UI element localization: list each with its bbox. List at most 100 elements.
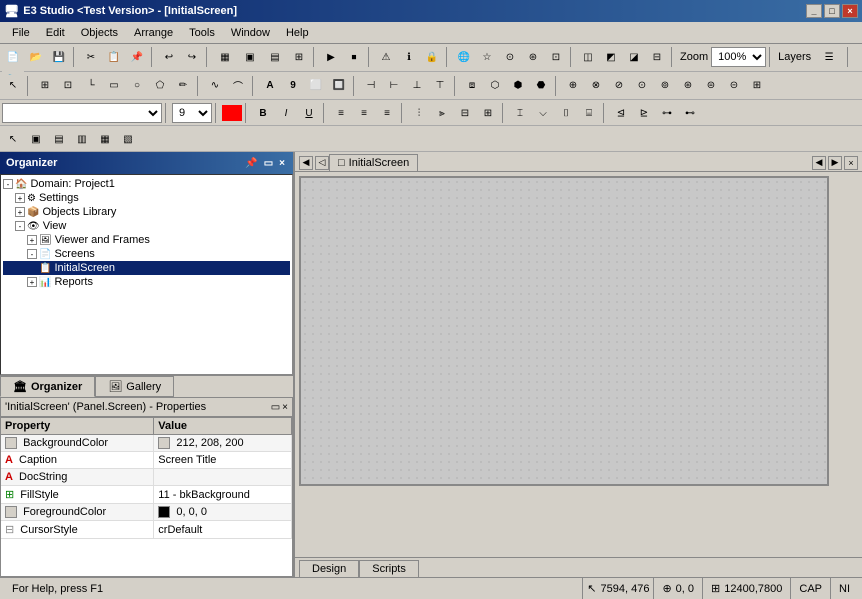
- close-button[interactable]: ×: [842, 4, 858, 18]
- tb-icon2[interactable]: ▣: [238, 46, 262, 68]
- copy-button[interactable]: 📋: [103, 46, 125, 68]
- tool-align3[interactable]: ⊥: [406, 75, 428, 97]
- tb-obj6[interactable]: ◫: [577, 46, 599, 68]
- color-picker[interactable]: [222, 105, 242, 121]
- tb-icon1[interactable]: ▦: [213, 46, 237, 68]
- organizer-tree[interactable]: - 🏠 Domain: Project1 + ⚙ Settings + 📦 Ob…: [0, 174, 293, 375]
- tool-poly[interactable]: ⬠: [149, 75, 171, 97]
- tool-r3[interactable]: ⊘: [608, 75, 630, 97]
- extra-2[interactable]: ▣: [25, 128, 47, 150]
- format-2[interactable]: ⫸: [431, 102, 453, 124]
- tool-curve2[interactable]: ⌒: [227, 75, 249, 97]
- tree-item-screens[interactable]: - 📄 Screens: [3, 247, 290, 261]
- tool-3[interactable]: └: [80, 75, 102, 97]
- format-7[interactable]: ⌷: [555, 102, 577, 124]
- tool-r8[interactable]: ⊝: [723, 75, 745, 97]
- tb-warn[interactable]: ⚠: [375, 46, 397, 68]
- format-9[interactable]: ⊴: [610, 102, 632, 124]
- tool-curve[interactable]: ∿: [204, 75, 226, 97]
- prop-val-fgcolor[interactable]: 0, 0, 0: [154, 504, 292, 521]
- menu-file[interactable]: File: [4, 25, 38, 41]
- tab-scripts[interactable]: Scripts: [359, 560, 419, 577]
- align-center[interactable]: ≡: [353, 102, 375, 124]
- props-float-button[interactable]: ▭: [271, 402, 280, 413]
- canvas-scroll-right[interactable]: ▶: [828, 156, 842, 170]
- tb-info[interactable]: ℹ: [398, 46, 420, 68]
- zoom-dropdown[interactable]: 100%75%50%150%: [711, 47, 766, 67]
- tool-box2[interactable]: 🔲: [328, 75, 350, 97]
- tb-play[interactable]: ▶: [320, 46, 342, 68]
- extra-6[interactable]: ▧: [117, 128, 139, 150]
- tool-2[interactable]: ⊡: [57, 75, 79, 97]
- tool-r2[interactable]: ⊗: [585, 75, 607, 97]
- menu-arrange[interactable]: Arrange: [126, 25, 181, 41]
- tool-align2[interactable]: ⊢: [383, 75, 405, 97]
- tool-1[interactable]: ⊞: [34, 75, 56, 97]
- format-8[interactable]: ⌸: [578, 102, 600, 124]
- menu-help[interactable]: Help: [278, 25, 317, 41]
- format-1[interactable]: ⫶: [408, 102, 430, 124]
- extra-1[interactable]: ↖: [2, 128, 24, 150]
- expand-reports[interactable]: +: [27, 277, 37, 287]
- tool-circle[interactable]: ○: [126, 75, 148, 97]
- organizer-close-button[interactable]: ×: [277, 158, 287, 169]
- expand-settings[interactable]: +: [15, 193, 25, 203]
- align-left[interactable]: ≡: [330, 102, 352, 124]
- tool-r5[interactable]: ⊚: [654, 75, 676, 97]
- tool-r7[interactable]: ⊜: [700, 75, 722, 97]
- tool-r1[interactable]: ⊕: [562, 75, 584, 97]
- cut-button[interactable]: ✂: [80, 46, 102, 68]
- prop-val-cursorstyle[interactable]: crDefault: [154, 521, 292, 539]
- tree-item-viewer[interactable]: + 🖼 Viewer and Frames: [3, 233, 290, 247]
- expand-domain[interactable]: -: [3, 179, 13, 189]
- tb-obj5[interactable]: ⊡: [545, 46, 567, 68]
- tree-item-objects[interactable]: + 📦 Objects Library: [3, 205, 290, 219]
- tool-rect[interactable]: ▭: [103, 75, 125, 97]
- props-close-button[interactable]: ×: [282, 402, 288, 413]
- align-right[interactable]: ≡: [376, 102, 398, 124]
- menu-objects[interactable]: Objects: [73, 25, 126, 41]
- canvas-surface[interactable]: [299, 176, 829, 486]
- format-12[interactable]: ⊷: [679, 102, 701, 124]
- organizer-pin-button[interactable]: 📌: [243, 158, 259, 169]
- italic-button[interactable]: I: [275, 102, 297, 124]
- format-3[interactable]: ⊟: [454, 102, 476, 124]
- format-11[interactable]: ⊶: [656, 102, 678, 124]
- tree-item-settings[interactable]: + ⚙ Settings: [3, 191, 290, 205]
- format-4[interactable]: ⊞: [477, 102, 499, 124]
- tool-r9[interactable]: ⊞: [746, 75, 768, 97]
- undo-button[interactable]: ↩: [158, 46, 180, 68]
- menu-window[interactable]: Window: [223, 25, 278, 41]
- tb-obj3[interactable]: ⊙: [499, 46, 521, 68]
- tool-box[interactable]: ⬜: [305, 75, 327, 97]
- prop-val-docstring[interactable]: [154, 469, 292, 486]
- tool-pencil[interactable]: ✏: [172, 75, 194, 97]
- font-size-dropdown[interactable]: 9: [172, 103, 212, 123]
- prop-val-caption[interactable]: Screen Title: [154, 452, 292, 469]
- tab-organizer[interactable]: 🏛 Organizer: [0, 376, 95, 397]
- extra-3[interactable]: ▤: [48, 128, 70, 150]
- tab-design[interactable]: Design: [299, 560, 359, 578]
- font-family-dropdown[interactable]: [2, 103, 162, 123]
- tree-item-reports[interactable]: + 📊 Reports: [3, 275, 290, 289]
- menu-tools[interactable]: Tools: [181, 25, 223, 41]
- tool-align4[interactable]: ⊤: [429, 75, 451, 97]
- organizer-float-button[interactable]: ▭: [262, 158, 275, 169]
- tb-obj9[interactable]: ⊟: [646, 46, 668, 68]
- tool-l4[interactable]: ⬣: [530, 75, 552, 97]
- tool-l3[interactable]: ⬢: [507, 75, 529, 97]
- tool-r4[interactable]: ⊙: [631, 75, 653, 97]
- tool-align1[interactable]: ⊣: [360, 75, 382, 97]
- menu-edit[interactable]: Edit: [38, 25, 73, 41]
- tb-obj2[interactable]: ☆: [476, 46, 498, 68]
- minimize-button[interactable]: _: [806, 4, 822, 18]
- canvas-nav-first[interactable]: ◀: [299, 156, 313, 170]
- prop-val-bgcolor[interactable]: 212, 208, 200: [154, 435, 292, 452]
- tb-obj8[interactable]: ◪: [623, 46, 645, 68]
- expand-screens[interactable]: -: [27, 249, 37, 259]
- tool-text[interactable]: A: [259, 75, 281, 97]
- tb-obj4[interactable]: ⊛: [522, 46, 544, 68]
- tb-icon3[interactable]: ▤: [263, 46, 287, 68]
- tab-gallery[interactable]: 🖼 Gallery: [95, 376, 174, 397]
- expand-viewer[interactable]: +: [27, 235, 37, 245]
